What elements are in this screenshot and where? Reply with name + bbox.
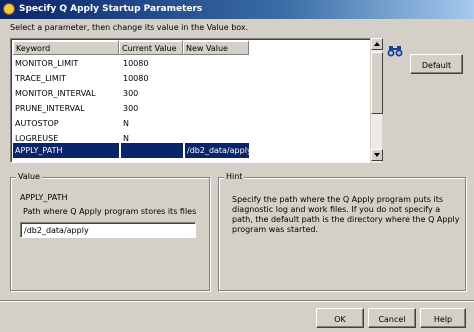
ok-button[interactable]: OK [316,308,364,328]
cancel-button[interactable]: Cancel [368,308,416,328]
scroll-up-button[interactable] [371,38,383,50]
window-title: Specify Q Apply Startup Parameters [19,4,203,14]
value-input[interactable]: /db2_data/apply [20,222,196,238]
current-value-cell: N [123,134,129,143]
default-button[interactable]: Default [410,54,463,74]
table-row[interactable]: AUTOSTOP N [13,116,379,131]
divider [0,300,474,302]
help-button[interactable]: Help [420,308,466,328]
table-row[interactable]: MONITOR_INTERVAL 300 [13,86,379,101]
hint-text: Specify the path where the Q Apply progr… [232,195,460,234]
column-header-current-value[interactable]: Current Value [119,41,183,55]
selection-highlight [121,143,183,158]
instruction-text: Select a parameter, then change its valu… [10,23,249,32]
table-scrollbar[interactable] [370,38,383,163]
keyword-cell: AUTOSTOP [15,119,59,128]
current-value-cell: 300 [123,104,139,113]
table-row[interactable]: PRUNE_INTERVAL 300 [13,101,379,116]
current-value-cell: 10080 [123,59,149,68]
current-value-cell: 10080 [123,74,149,83]
parameter-table[interactable]: Keyword Current Value New Value MONITOR_… [10,38,380,163]
keyword-cell: MONITOR_LIMIT [15,59,79,68]
current-value-cell: N [123,119,129,128]
table-row-selected[interactable]: APPLY_PATH /db2_data/apply [13,143,379,158]
keyword-cell: APPLY_PATH [15,146,63,155]
app-icon [3,3,15,15]
hint-group-label: Hint [224,172,245,181]
keyword-cell: PRUNE_INTERVAL [15,104,85,113]
current-value-cell: 300 [123,89,139,98]
title-bar[interactable]: Specify Q Apply Startup Parameters [0,0,474,19]
keyword-cell: MONITOR_INTERVAL [15,89,96,98]
keyword-cell: LOGREUSE [15,134,59,143]
parameter-name: APPLY_PATH [20,193,68,202]
binoculars-icon[interactable] [387,44,403,60]
arrow-up-icon [374,42,380,46]
table-row[interactable]: TRACE_LIMIT 10080 [13,71,379,86]
arrow-down-icon [374,153,380,157]
keyword-cell: TRACE_LIMIT [15,74,67,83]
value-group-label: Value [16,172,42,181]
new-value-cell: /db2_data/apply [187,146,252,155]
column-header-keyword[interactable]: Keyword [13,41,119,55]
scroll-thumb[interactable] [371,52,383,114]
scroll-down-button[interactable] [371,149,383,161]
parameter-description: Path where Q Apply program stores its fi… [23,207,197,216]
column-header-new-value[interactable]: New Value [183,41,249,55]
table-row[interactable]: MONITOR_LIMIT 10080 [13,56,379,71]
